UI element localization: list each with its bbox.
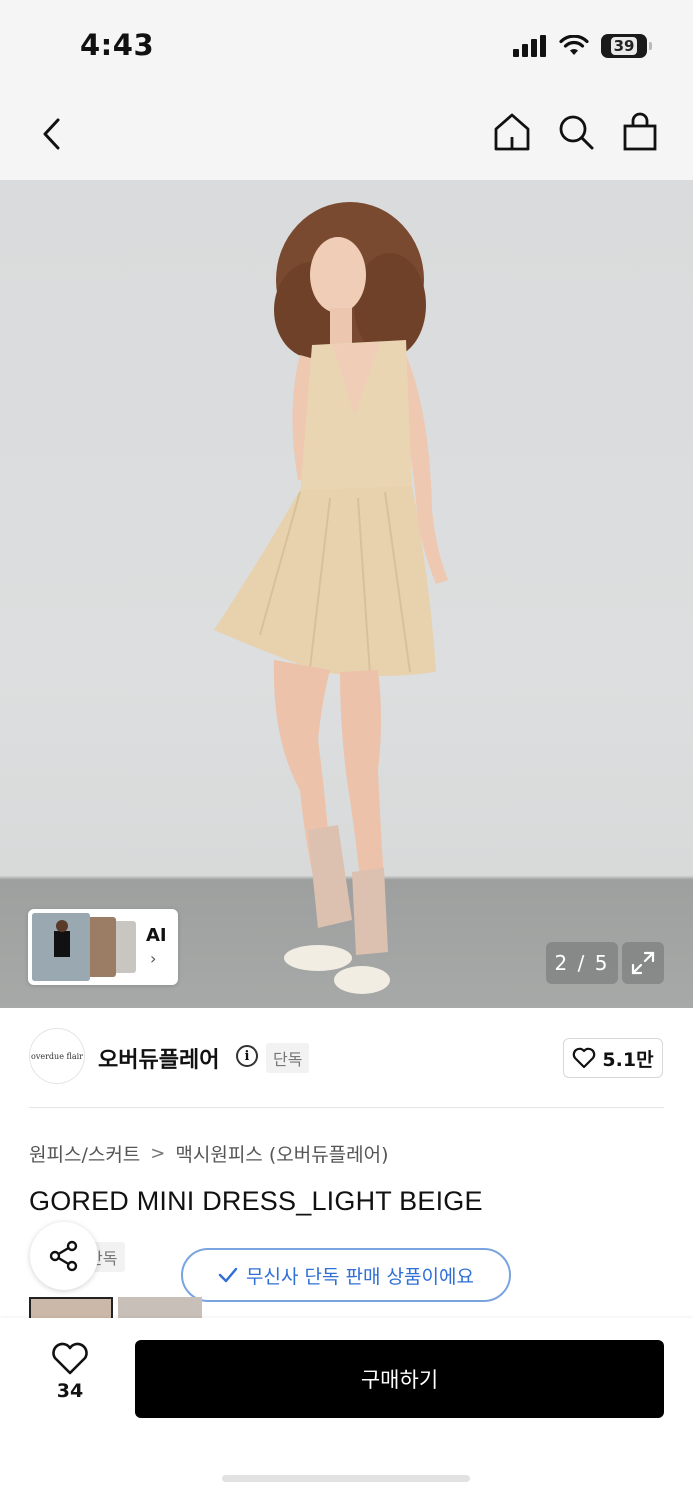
search-icon	[559, 115, 594, 150]
expand-button[interactable]	[622, 942, 664, 984]
share-button[interactable]	[30, 1222, 98, 1290]
status-bar: 4:43 39	[0, 0, 693, 92]
product-thumbnail[interactable]	[29, 1297, 113, 1319]
status-icons: 39	[513, 34, 652, 58]
nav-actions	[491, 110, 661, 154]
ai-label: AI	[146, 925, 167, 946]
home-indicator	[222, 1475, 470, 1482]
battery-indicator: 39	[601, 34, 652, 58]
product-title: GORED MINI DRESS_LIGHT BEIGE	[29, 1186, 483, 1216]
check-icon	[218, 1267, 238, 1283]
wifi-icon	[559, 35, 589, 55]
divider	[29, 1107, 664, 1108]
thumbnail-image	[32, 913, 90, 981]
breadcrumb-subcategory[interactable]: 맥시원피스 (오버듀플레어)	[175, 1140, 388, 1167]
model-photo	[214, 202, 448, 994]
product-thumbnail[interactable]	[118, 1297, 202, 1319]
status-time: 4:43	[80, 28, 155, 62]
signal-icon	[513, 35, 546, 57]
brand-logo[interactable]: overdue flair	[29, 1028, 85, 1084]
buy-button[interactable]: 구매하기	[135, 1340, 664, 1418]
share-icon	[49, 1240, 78, 1272]
brand-name[interactable]: 오버듀플레어	[98, 1042, 219, 1074]
breadcrumb: 원피스/스커트 > 맥시원피스 (오버듀플레어)	[29, 1140, 389, 1167]
thumbnail-image	[116, 921, 136, 973]
expand-icon	[631, 951, 655, 975]
chevron-right-icon: ›	[150, 949, 157, 968]
cart-button[interactable]	[619, 110, 661, 154]
image-counter: 2 / 5	[546, 942, 618, 984]
exclusive-toast: 무신사 단독 판매 상품이에요	[181, 1248, 511, 1302]
bottom-bar: 34 구매하기	[0, 1318, 693, 1500]
home-button[interactable]	[491, 110, 533, 154]
back-button[interactable]	[32, 110, 72, 158]
brand-like-count: 5.1만	[602, 1048, 654, 1071]
battery-level: 39	[610, 37, 638, 55]
wishlist-button[interactable]: 34	[40, 1342, 100, 1402]
search-button[interactable]	[555, 110, 597, 154]
nav-bar	[0, 92, 693, 180]
ai-thumbnails-card[interactable]: AI ›	[28, 909, 178, 985]
info-icon[interactable]: i	[236, 1045, 258, 1067]
brand-row: overdue flair 오버듀플레어 i 단독 5.1만	[0, 1008, 693, 1108]
heart-icon	[573, 1047, 596, 1069]
thumbnail-image	[90, 917, 116, 977]
breadcrumb-category[interactable]: 원피스/스커트	[29, 1140, 140, 1167]
product-image[interactable]	[0, 180, 693, 1008]
home-icon	[494, 113, 530, 151]
heart-icon	[52, 1342, 88, 1375]
exclusive-badge: 단독	[266, 1043, 310, 1073]
chevron-left-icon	[43, 118, 60, 150]
breadcrumb-separator: >	[150, 1143, 166, 1164]
product-thumbnails	[29, 1297, 209, 1319]
brand-like-button[interactable]: 5.1만	[563, 1038, 663, 1078]
wishlist-count: 34	[56, 1380, 84, 1402]
toast-message: 무신사 단독 판매 상품이에요	[246, 1265, 474, 1288]
shopping-bag-icon	[623, 112, 657, 151]
